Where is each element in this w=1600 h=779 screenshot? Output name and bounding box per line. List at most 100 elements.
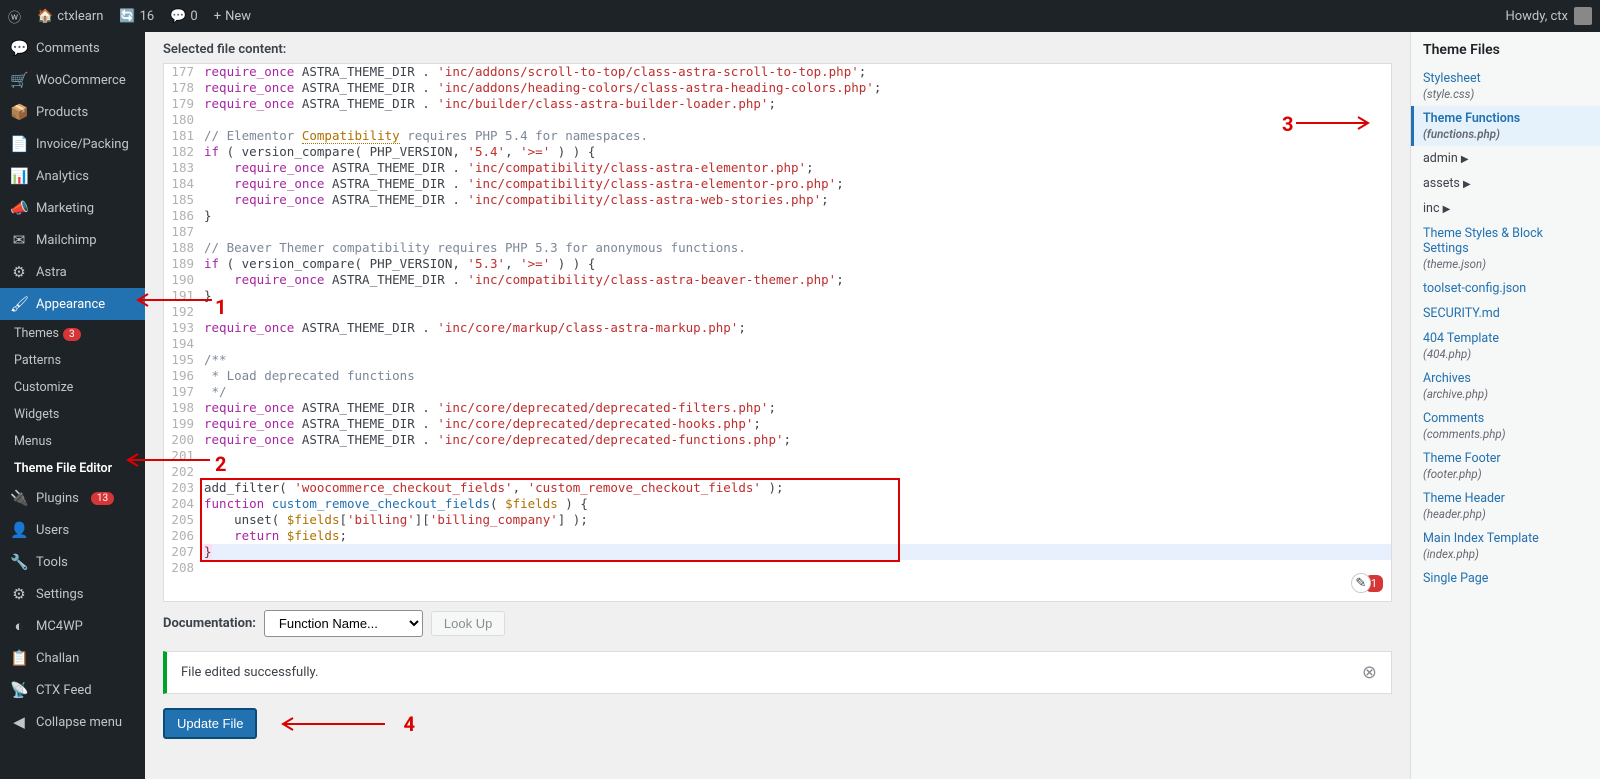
code-line[interactable]: 206 return $fields; [164, 528, 1391, 544]
code-line[interactable]: 205 unset( $fields['billing']['billing_c… [164, 512, 1391, 528]
code-line[interactable]: 189if ( version_compare( PHP_VERSION, '5… [164, 256, 1391, 272]
admin-sidebar: 💬Comments🛒WooCommerce📦Products📄Invoice/P… [0, 32, 145, 779]
code-line[interactable]: 180 [164, 112, 1391, 128]
menu-icon: 📣 [10, 199, 28, 217]
sidebar-item-challan[interactable]: 📋Challan [0, 642, 145, 674]
code-line[interactable]: 198require_once ASTRA_THEME_DIR . 'inc/c… [164, 400, 1391, 416]
sidebar-item-appearance[interactable]: 🖌Appearance [0, 288, 145, 320]
code-line[interactable]: 204function custom_remove_checkout_field… [164, 496, 1391, 512]
code-line[interactable]: 199require_once ASTRA_THEME_DIR . 'inc/c… [164, 416, 1391, 432]
theme-file-toolset-config-json[interactable]: toolset-config.json [1411, 276, 1600, 301]
code-line[interactable]: 177require_once ASTRA_THEME_DIR . 'inc/a… [164, 64, 1391, 80]
theme-file-404-template[interactable]: 404 Template(404.php) [1411, 326, 1600, 366]
submenu-item-customize[interactable]: Customize [0, 374, 145, 401]
site-home[interactable]: 🏠 ctxlearn [37, 9, 103, 24]
theme-file-stylesheet[interactable]: Stylesheet(style.css) [1411, 66, 1600, 106]
menu-icon: 📦 [10, 103, 28, 121]
code-line[interactable]: 201 [164, 448, 1391, 464]
menu-icon: 📄 [10, 135, 28, 153]
code-line[interactable]: 197 */ [164, 384, 1391, 400]
code-line[interactable]: 193require_once ASTRA_THEME_DIR . 'inc/c… [164, 320, 1391, 336]
theme-files-panel: Theme Files Stylesheet(style.css)Theme F… [1410, 32, 1600, 779]
code-editor[interactable]: 177require_once ASTRA_THEME_DIR . 'inc/a… [163, 63, 1392, 602]
sidebar-item-users[interactable]: 👤Users [0, 514, 145, 546]
sidebar-item-products[interactable]: 📦Products [0, 96, 145, 128]
annotation-arrow-3 [1296, 113, 1376, 133]
theme-file-theme-styles-block-settings[interactable]: Theme Styles & Block Settings(theme.json… [1411, 221, 1600, 276]
sidebar-item-astra[interactable]: ⚙Astra [0, 256, 145, 288]
sidebar-item-settings[interactable]: ⚙Settings [0, 578, 145, 610]
lint-badge[interactable]: ✎1 [1351, 573, 1383, 593]
howdy-account[interactable]: Howdy, ctx [1505, 7, 1592, 25]
documentation-label: Documentation: [163, 616, 256, 631]
avatar [1574, 7, 1592, 25]
theme-file-main-index-template[interactable]: Main Index Template(index.php) [1411, 526, 1600, 566]
code-line[interactable]: 184 require_once ASTRA_THEME_DIR . 'inc/… [164, 176, 1391, 192]
code-line[interactable]: 191} [164, 288, 1391, 304]
selected-file-label: Selected file content: [145, 38, 1410, 63]
code-line[interactable]: 207} [164, 544, 1391, 560]
code-line[interactable]: 187 [164, 224, 1391, 240]
collapse-menu[interactable]: ◀Collapse menu [0, 706, 145, 738]
sidebar-item-mailchimp[interactable]: ✉Mailchimp [0, 224, 145, 256]
theme-file-comments[interactable]: Comments(comments.php) [1411, 406, 1600, 446]
code-line[interactable]: 192 [164, 304, 1391, 320]
theme-file-single-page[interactable]: Single Page [1411, 566, 1600, 591]
code-line[interactable]: 194 [164, 336, 1391, 352]
menu-icon: ✉ [10, 231, 28, 249]
sidebar-item-tools[interactable]: 🔧Tools [0, 546, 145, 578]
theme-file-theme-footer[interactable]: Theme Footer(footer.php) [1411, 446, 1600, 486]
annotation-arrow-2 [122, 450, 210, 470]
menu-icon: 🛒 [10, 71, 28, 89]
code-line[interactable]: 208 [164, 560, 1391, 576]
update-file-button[interactable]: Update File [163, 708, 257, 739]
sidebar-item-analytics[interactable]: 📊Analytics [0, 160, 145, 192]
code-line[interactable]: 195/** [164, 352, 1391, 368]
sidebar-item-comments[interactable]: 💬Comments [0, 32, 145, 64]
dismiss-notice[interactable]: ⊗ [1362, 662, 1377, 683]
wp-logo[interactable]: ⓦ [8, 7, 21, 26]
menu-icon: 💬 [10, 39, 28, 57]
code-line[interactable]: 185 require_once ASTRA_THEME_DIR . 'inc/… [164, 192, 1391, 208]
lookup-button[interactable]: Look Up [431, 611, 505, 636]
code-line[interactable]: 179require_once ASTRA_THEME_DIR . 'inc/b… [164, 96, 1391, 112]
code-line[interactable]: 202 [164, 464, 1391, 480]
sidebar-item-plugins[interactable]: 🔌Plugins13 [0, 482, 145, 514]
new-content[interactable]: + New [214, 9, 251, 24]
code-line[interactable]: 188// Beaver Themer compatibility requir… [164, 240, 1391, 256]
sidebar-item-woocommerce[interactable]: 🛒WooCommerce [0, 64, 145, 96]
menu-icon: 📋 [10, 649, 28, 667]
submenu-item-widgets[interactable]: Widgets [0, 401, 145, 428]
code-line[interactable]: 200require_once ASTRA_THEME_DIR . 'inc/c… [164, 432, 1391, 448]
theme-file-archives[interactable]: Archives(archive.php) [1411, 366, 1600, 406]
sidebar-item-ctx-feed[interactable]: 📡CTX Feed [0, 674, 145, 706]
menu-icon: 🔧 [10, 553, 28, 571]
menu-icon: 📊 [10, 167, 28, 185]
theme-file-theme-header[interactable]: Theme Header(header.php) [1411, 486, 1600, 526]
function-name-select[interactable]: Function Name... [264, 610, 423, 637]
code-line[interactable]: 178require_once ASTRA_THEME_DIR . 'inc/a… [164, 80, 1391, 96]
code-line[interactable]: 186} [164, 208, 1391, 224]
menu-icon: 👤 [10, 521, 28, 539]
code-line[interactable]: 203add_filter( 'woocommerce_checkout_fie… [164, 480, 1391, 496]
sidebar-item-marketing[interactable]: 📣Marketing [0, 192, 145, 224]
code-line[interactable]: 183 require_once ASTRA_THEME_DIR . 'inc/… [164, 160, 1391, 176]
menu-icon: ◐ [10, 617, 28, 635]
admin-top-bar: ⓦ 🏠 ctxlearn 🔄 16 💬 0 + New Howdy, ctx [0, 0, 1600, 32]
submenu-item-themes[interactable]: Themes3 [0, 320, 145, 347]
theme-folder-inc[interactable]: inc ▶ [1411, 196, 1600, 221]
comments-count[interactable]: 💬 0 [170, 9, 198, 24]
annotation-number-4: 4 [403, 712, 414, 736]
code-line[interactable]: 196 * Load deprecated functions [164, 368, 1391, 384]
sidebar-item-mc4wp[interactable]: ◐MC4WP [0, 610, 145, 642]
sidebar-item-invoice-packing[interactable]: 📄Invoice/Packing [0, 128, 145, 160]
code-line[interactable]: 182if ( version_compare( PHP_VERSION, '5… [164, 144, 1391, 160]
theme-folder-assets[interactable]: assets ▶ [1411, 171, 1600, 196]
code-line[interactable]: 181// Elementor Compatibility requires P… [164, 128, 1391, 144]
theme-file-security-md[interactable]: SECURITY.md [1411, 301, 1600, 326]
code-line[interactable]: 190 require_once ASTRA_THEME_DIR . 'inc/… [164, 272, 1391, 288]
theme-file-theme-functions[interactable]: Theme Functions(functions.php) [1411, 106, 1600, 146]
theme-folder-admin[interactable]: admin ▶ [1411, 146, 1600, 171]
submenu-item-patterns[interactable]: Patterns [0, 347, 145, 374]
updates-count[interactable]: 🔄 16 [119, 9, 154, 24]
